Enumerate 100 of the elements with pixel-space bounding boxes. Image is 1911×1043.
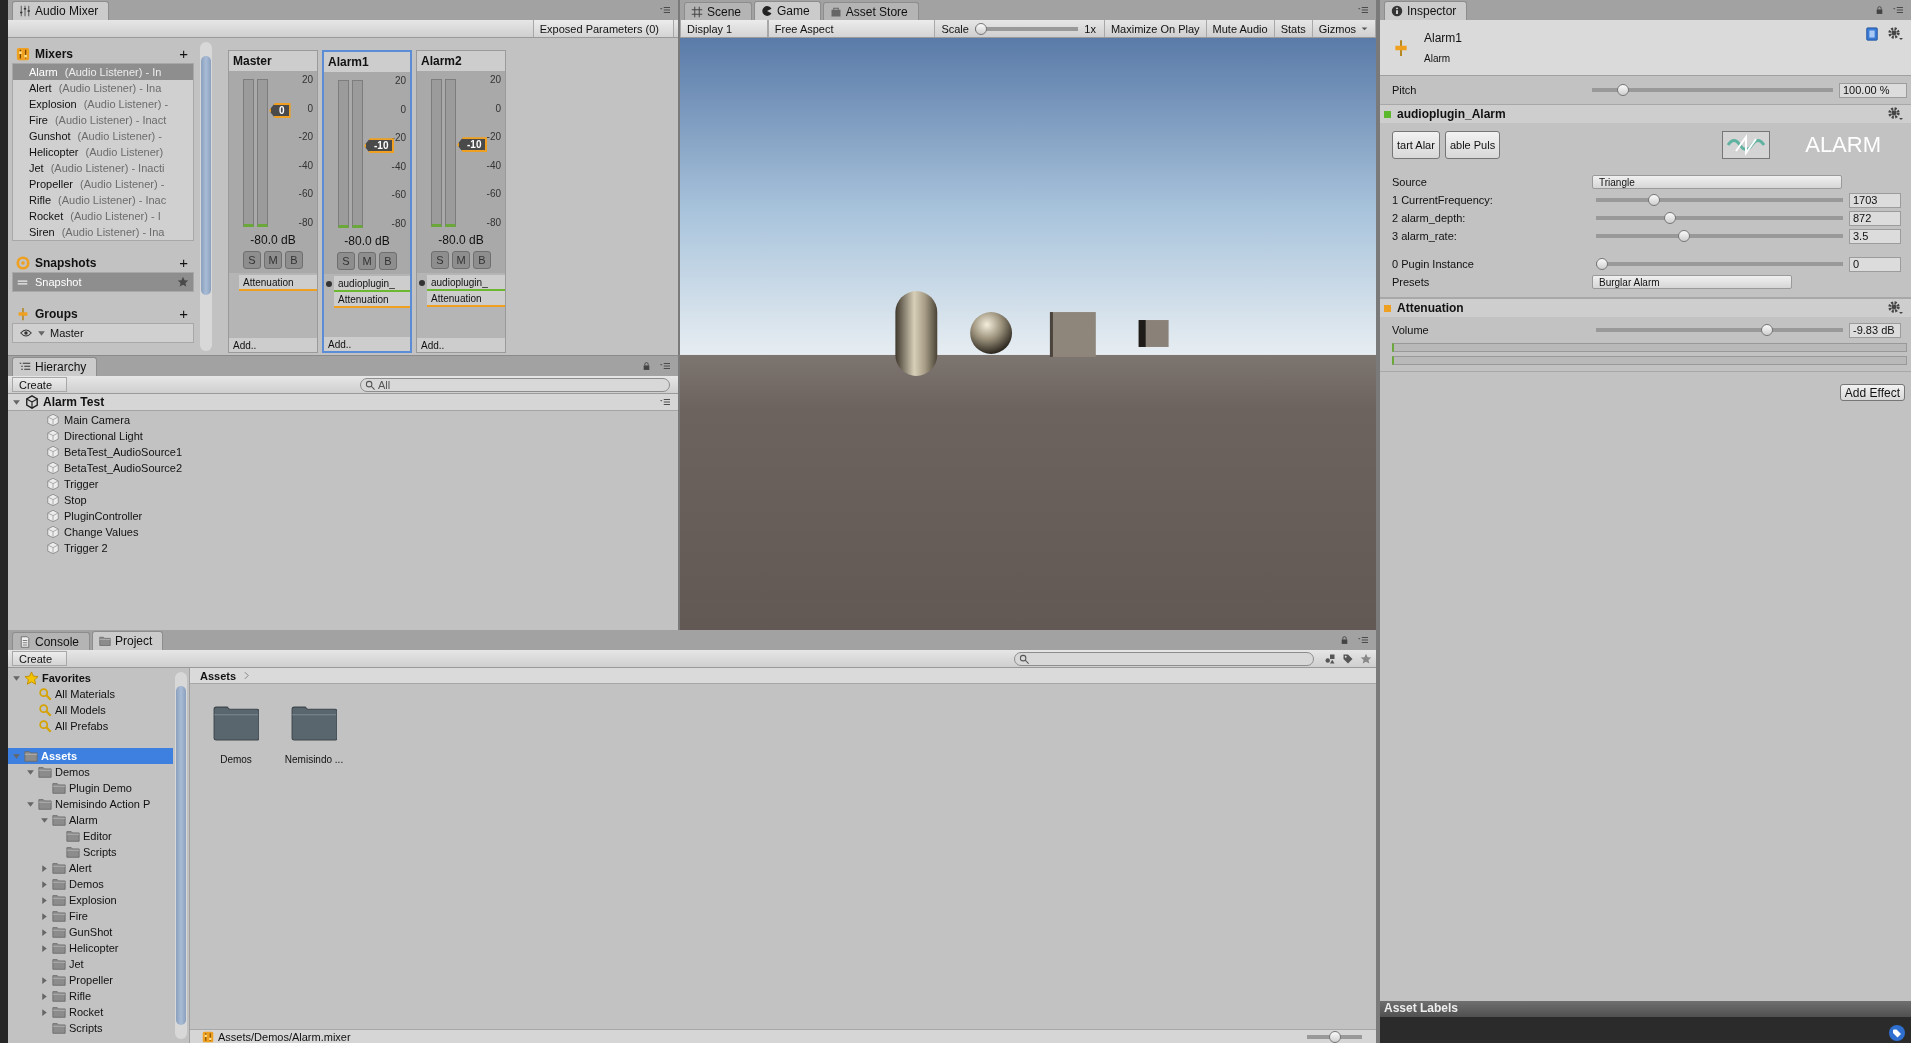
settings-icon[interactable] — [1887, 106, 1903, 122]
hierarchy-item[interactable]: BetaTest_AudioSource1 — [8, 444, 678, 460]
tree-item[interactable]: Nemisindo Action P — [8, 796, 173, 812]
tree-item[interactable]: Jet — [8, 956, 173, 972]
create-dropdown[interactable]: Create — [12, 651, 68, 666]
plugin-button[interactable]: able Puls — [1444, 131, 1501, 159]
collapsed-arrow-icon[interactable] — [40, 911, 49, 921]
slider-thumb[interactable] — [1760, 324, 1773, 336]
collapsed-arrow-icon[interactable] — [40, 1007, 49, 1017]
tree-item[interactable]: GunShot — [8, 924, 173, 940]
slider-thumb[interactable] — [1647, 194, 1660, 206]
panel-tab[interactable]: Game — [754, 1, 821, 20]
hierarchy-item[interactable]: Change Values — [8, 524, 678, 540]
menu-icon[interactable] — [1891, 5, 1905, 15]
strip-button[interactable]: B — [285, 251, 303, 269]
add-effect-button[interactable]: Add.. — [324, 337, 410, 351]
mixer-strip[interactable]: Master 20 0 -20 -40 -60 -80 0 -80.0 dB S M B Attenuation Add.. — [228, 50, 318, 353]
search-field[interactable] — [1014, 651, 1314, 666]
plugin-button[interactable]: tart Alar — [1392, 131, 1440, 159]
add-button[interactable]: + — [177, 305, 190, 322]
settings-icon[interactable] — [1887, 26, 1903, 42]
tree-item[interactable]: All Prefabs — [8, 718, 173, 734]
add-effect-button[interactable]: Add.. — [229, 338, 317, 352]
mixer-item[interactable]: Alert (Audio Listener) - Ina — [13, 80, 193, 96]
mixer-item[interactable]: Explosion (Audio Listener) - — [13, 96, 193, 112]
tree-item[interactable]: Assets — [8, 748, 173, 764]
tree-item[interactable]: Favorites — [8, 670, 173, 686]
panel-tab[interactable]: Inspector — [1384, 1, 1468, 20]
dropdown[interactable]: Burglar Alarm — [1592, 275, 1792, 289]
tree-item[interactable]: Rocket — [8, 1004, 173, 1020]
slider-thumb[interactable] — [974, 22, 987, 35]
help-icon[interactable] — [1865, 26, 1879, 42]
settings-icon[interactable] — [1887, 300, 1903, 316]
expanded-arrow-icon[interactable] — [12, 673, 21, 683]
collapsed-arrow-icon[interactable] — [40, 943, 49, 953]
mixer-item[interactable]: Rifle (Audio Listener) - Inac — [13, 192, 193, 208]
eye-icon[interactable] — [19, 327, 33, 339]
value-field[interactable]: 872 — [1849, 210, 1901, 226]
mixer-item[interactable]: Jet (Audio Listener) - Inacti — [13, 160, 193, 176]
mixer-item[interactable]: Fire (Audio Listener) - Inact — [13, 112, 193, 128]
expanded-arrow-icon[interactable] — [26, 767, 35, 777]
fader-handle[interactable]: 0 — [269, 103, 291, 118]
create-dropdown[interactable]: Create — [12, 377, 68, 392]
scrollbar[interactable] — [200, 42, 212, 351]
folder-icon[interactable] — [291, 704, 337, 742]
strip-button[interactable]: S — [337, 252, 355, 270]
star-icon[interactable] — [1360, 652, 1372, 665]
display-dropdown[interactable]: Display 1 — [680, 20, 768, 37]
collapsed-arrow-icon[interactable] — [40, 879, 49, 889]
tree-item[interactable]: Rifle — [8, 988, 173, 1004]
slider-thumb[interactable] — [1596, 258, 1608, 270]
hierarchy-item[interactable]: Stop — [8, 492, 678, 508]
add-effect-button[interactable]: Add.. — [417, 338, 505, 352]
fader-handle[interactable]: -10 — [457, 137, 488, 153]
add-button[interactable]: + — [177, 45, 190, 62]
exposed-parameters-dropdown[interactable]: Exposed Parameters (0) — [532, 20, 674, 37]
tag-icon[interactable] — [1889, 1025, 1905, 1041]
hierarchy-item[interactable]: Main Camera — [8, 412, 678, 428]
filter-by-type-icon[interactable] — [1324, 652, 1336, 665]
collapsed-arrow-icon[interactable] — [40, 927, 49, 937]
hierarchy-item[interactable]: Directional Light — [8, 428, 678, 444]
folder-icon[interactable] — [213, 704, 259, 742]
panel-tab[interactable]: Scene — [684, 2, 753, 20]
mixer-item[interactable]: Rocket (Audio Listener) - I — [13, 208, 193, 224]
expanded-arrow-icon[interactable] — [37, 328, 46, 338]
hierarchy-item[interactable]: Trigger — [8, 476, 678, 492]
label-icon[interactable] — [1342, 652, 1354, 665]
hierarchy-item[interactable]: Trigger 2 — [8, 540, 678, 556]
collapsed-arrow-icon[interactable] — [40, 895, 49, 905]
slider-thumb[interactable] — [1617, 84, 1630, 96]
menu-icon[interactable] — [658, 5, 672, 15]
strip-button[interactable]: B — [379, 252, 397, 270]
tree-item[interactable]: All Materials — [8, 686, 173, 702]
toolbar-toggle[interactable]: Mute Audio — [1206, 20, 1275, 37]
menu-icon[interactable] — [1356, 635, 1370, 645]
gizmos-dropdown[interactable]: Gizmos — [1312, 20, 1376, 37]
mixer-item[interactable]: Propeller (Audio Listener) - — [13, 176, 193, 192]
aspect-dropdown[interactable]: Free Aspect — [767, 20, 936, 37]
menu-icon[interactable] — [658, 397, 672, 407]
tree-item[interactable]: Propeller — [8, 972, 173, 988]
effect-slot[interactable]: audioplugin_ — [334, 276, 410, 290]
strip-button[interactable]: M — [358, 252, 376, 270]
mixer-strip[interactable]: Alarm2 20 0 -20 -40 -60 -80 -10 -80.0 dB S M B audioplugin_ Attenuation Add.. — [416, 50, 506, 353]
panel-tab[interactable]: Project — [92, 631, 164, 650]
effect-slot[interactable]: Attenuation — [334, 292, 410, 306]
value-field[interactable]: 100.00 % — [1839, 82, 1907, 98]
mixer-item[interactable]: Gunshot (Audio Listener) - — [13, 128, 193, 144]
strip-button[interactable]: M — [264, 251, 282, 269]
tree-item[interactable]: Demos — [8, 876, 173, 892]
tree-item[interactable]: Alarm — [8, 812, 173, 828]
scale-slider[interactable] — [974, 22, 1079, 35]
dropdown[interactable]: Triangle — [1592, 175, 1842, 189]
tree-item[interactable]: All Models — [8, 702, 173, 718]
tree-item[interactable]: Scripts — [8, 844, 173, 860]
collapsed-arrow-icon[interactable] — [40, 975, 49, 985]
mixer-strip[interactable]: Alarm1 20 0 -20 -40 -60 -80 -10 -80.0 dB S M B audioplugin_ Attenuation Add.. — [322, 50, 412, 353]
group-item[interactable]: Master — [13, 324, 193, 342]
tree-item[interactable]: Demos — [8, 764, 173, 780]
tree-item[interactable]: Alert — [8, 860, 173, 876]
expanded-arrow-icon[interactable] — [40, 815, 49, 825]
